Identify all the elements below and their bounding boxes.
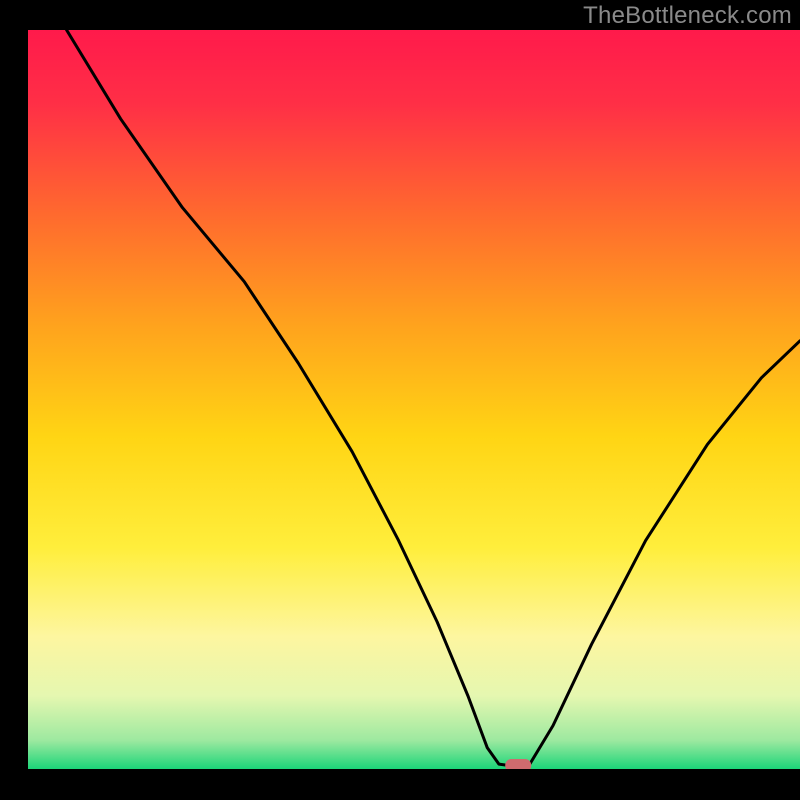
chart-frame: TheBottleneck.com [0, 0, 800, 800]
watermark-text: TheBottleneck.com [583, 2, 792, 30]
bottleneck-chart [0, 0, 800, 800]
plot-background-gradient [28, 30, 800, 770]
